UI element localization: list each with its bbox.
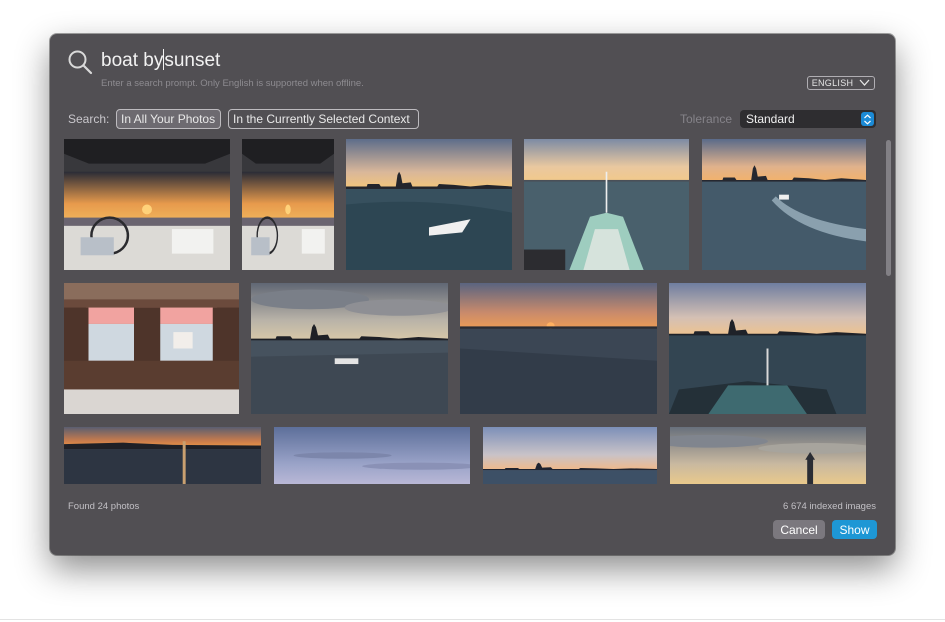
chevron-down-icon xyxy=(859,78,870,88)
tolerance-value: Standard xyxy=(746,112,795,126)
photo-thumbnail[interactable] xyxy=(524,139,689,270)
search-hint: Enter a search prompt. Only English is s… xyxy=(101,78,364,89)
photo-thumbnail[interactable] xyxy=(251,283,448,414)
photo-thumbnail[interactable] xyxy=(670,427,866,484)
photo-thumbnail[interactable] xyxy=(64,283,239,414)
photo-thumbnail[interactable] xyxy=(64,427,261,484)
tolerance-select[interactable]: Standard xyxy=(740,110,876,128)
photo-thumbnail[interactable] xyxy=(346,139,512,270)
found-count: Found 24 photos xyxy=(68,501,140,512)
search-icon xyxy=(67,49,93,75)
query-text-after-caret: sunset xyxy=(164,50,221,71)
photo-thumbnail[interactable] xyxy=(483,427,657,484)
divider xyxy=(0,619,945,620)
photo-thumbnail[interactable] xyxy=(460,283,657,414)
photo-thumbnail[interactable] xyxy=(669,283,866,414)
cancel-button[interactable]: Cancel xyxy=(773,520,825,539)
photo-thumbnail[interactable] xyxy=(274,427,470,484)
indexed-count: 6 674 indexed images xyxy=(783,501,876,512)
language-label: ENGLISH xyxy=(811,78,854,88)
search-dialog: boat bysunset Enter a search prompt. Onl… xyxy=(50,34,895,555)
updown-arrows-icon xyxy=(861,112,874,126)
photo-thumbnail[interactable] xyxy=(64,139,230,270)
scrollbar-thumb[interactable] xyxy=(886,140,891,276)
search-input[interactable]: boat bysunset xyxy=(101,49,220,73)
query-text-before-caret: boat by xyxy=(101,50,164,71)
photo-thumbnail[interactable] xyxy=(242,139,334,270)
language-dropdown[interactable]: ENGLISH xyxy=(807,76,875,90)
photo-thumbnail[interactable] xyxy=(702,139,866,270)
search-scope-label: Search: xyxy=(68,112,110,126)
scope-selected-context-button[interactable]: In the Currently Selected Context xyxy=(228,109,419,129)
scope-all-photos-button[interactable]: In All Your Photos xyxy=(116,109,221,129)
show-button[interactable]: Show xyxy=(832,520,877,539)
tolerance-label: Tolerance xyxy=(680,112,733,126)
